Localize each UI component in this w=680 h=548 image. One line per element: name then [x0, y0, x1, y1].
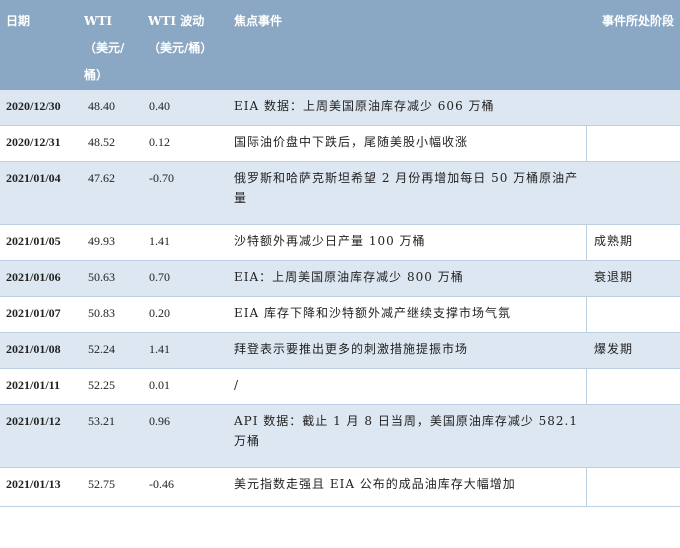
- table-row: 2021/01/04 47.62 -0.70 俄罗斯和哈萨克斯坦希望 2 月份再…: [0, 162, 680, 225]
- header-wti-line1: WTI: [84, 14, 113, 28]
- row-stage: 爆发期: [594, 342, 634, 356]
- row-focus: 俄罗斯和哈萨克斯坦希望 2 月份再增加每日 50 万桶原油产量: [234, 171, 579, 205]
- row-focus: EIA 数据：上周美国原油库存减少 606 万桶: [234, 99, 495, 113]
- header-focus-event: 焦点事件: [234, 14, 283, 28]
- header-wti: WTI （美元/ 桶）: [84, 8, 144, 89]
- row-wti: 49.93: [88, 234, 115, 248]
- row-focus: 国际油价盘中下跌后，尾随美股小幅收涨: [234, 135, 469, 149]
- row-wti: 52.24: [88, 342, 115, 356]
- table-row: 2021/01/11 52.25 0.01 /: [0, 369, 680, 405]
- table-row: 2021/01/08 52.24 1.41 拜登表示要推出更多的刺激措施提振市场…: [0, 333, 680, 369]
- row-wti: 48.40: [88, 99, 115, 113]
- header-date: 日期: [6, 14, 31, 28]
- row-vol: 0.01: [149, 378, 170, 392]
- row-focus: 美元指数走强且 EIA 公布的成品油库存大幅增加: [234, 477, 516, 491]
- table-row: 2020/12/31 48.52 0.12 国际油价盘中下跌后，尾随美股小幅收涨: [0, 126, 680, 162]
- table-row: 2021/01/13 52.75 -0.46 美元指数走强且 EIA 公布的成品…: [0, 468, 680, 507]
- row-vol: 0.20: [149, 306, 170, 320]
- row-wti: 53.21: [88, 414, 115, 428]
- table-row: 2021/01/12 53.21 0.96 API 数据：截止 1 月 8 日当…: [0, 405, 680, 468]
- row-vol: -0.46: [149, 477, 174, 491]
- row-focus: 沙特额外再减少日产量 100 万桶: [234, 234, 426, 248]
- header-event-stage: 事件所处阶段: [601, 14, 674, 28]
- table-header: 日期 WTI （美元/ 桶） WTI 波动 （美元/桶） 焦点事件 事件所处阶段: [0, 0, 680, 90]
- row-date: 2021/01/13: [6, 477, 61, 491]
- table-row: 2021/01/07 50.83 0.20 EIA 库存下降和沙特额外减产继续支…: [0, 297, 680, 333]
- oil-events-table: 日期 WTI （美元/ 桶） WTI 波动 （美元/桶） 焦点事件 事件所处阶段…: [0, 0, 680, 507]
- table-row: 2021/01/05 49.93 1.41 沙特额外再减少日产量 100 万桶 …: [0, 225, 680, 261]
- row-vol: 0.96: [149, 414, 170, 428]
- row-vol: 0.70: [149, 270, 170, 284]
- row-vol: 0.40: [149, 99, 170, 113]
- row-wti: 52.25: [88, 378, 115, 392]
- header-wti-line3: 桶）: [84, 68, 109, 82]
- row-wti: 47.62: [88, 171, 115, 185]
- row-focus: API 数据：截止 1 月 8 日当周，美国原油库存减少 582.1 万桶: [234, 414, 578, 448]
- row-wti: 50.83: [88, 306, 115, 320]
- row-date: 2020/12/30: [6, 99, 61, 113]
- row-vol: 1.41: [149, 342, 170, 356]
- table-row: 2020/12/30 48.40 0.40 EIA 数据：上周美国原油库存减少 …: [0, 90, 680, 126]
- row-focus: 拜登表示要推出更多的刺激措施提振市场: [234, 342, 469, 356]
- row-vol: 0.12: [149, 135, 170, 149]
- row-focus: EIA：上周美国原油库存减少 800 万桶: [234, 270, 464, 284]
- row-date: 2021/01/04: [6, 171, 61, 185]
- row-vol: -0.70: [149, 171, 174, 185]
- row-date: 2020/12/31: [6, 135, 61, 149]
- row-date: 2021/01/07: [6, 306, 61, 320]
- row-wti: 48.52: [88, 135, 115, 149]
- row-date: 2021/01/06: [6, 270, 61, 284]
- row-stage: 成熟期: [594, 234, 634, 248]
- row-wti: 52.75: [88, 477, 115, 491]
- header-volatility: WTI 波动 （美元/桶）: [148, 8, 236, 62]
- row-wti: 50.63: [88, 270, 115, 284]
- row-date: 2021/01/11: [6, 378, 61, 392]
- row-focus: /: [234, 378, 240, 392]
- row-stage: 衰退期: [594, 270, 634, 284]
- row-focus: EIA 库存下降和沙特额外减产继续支撑市场气氛: [234, 306, 511, 320]
- header-vol-line2: （美元/桶）: [148, 41, 213, 55]
- header-vol-line1: WTI 波动: [148, 14, 205, 28]
- table-row: 2021/01/06 50.63 0.70 EIA：上周美国原油库存减少 800…: [0, 261, 680, 297]
- row-date: 2021/01/08: [6, 342, 61, 356]
- row-date: 2021/01/12: [6, 414, 61, 428]
- row-vol: 1.41: [149, 234, 170, 248]
- header-wti-line2: （美元/: [84, 41, 125, 55]
- row-date: 2021/01/05: [6, 234, 61, 248]
